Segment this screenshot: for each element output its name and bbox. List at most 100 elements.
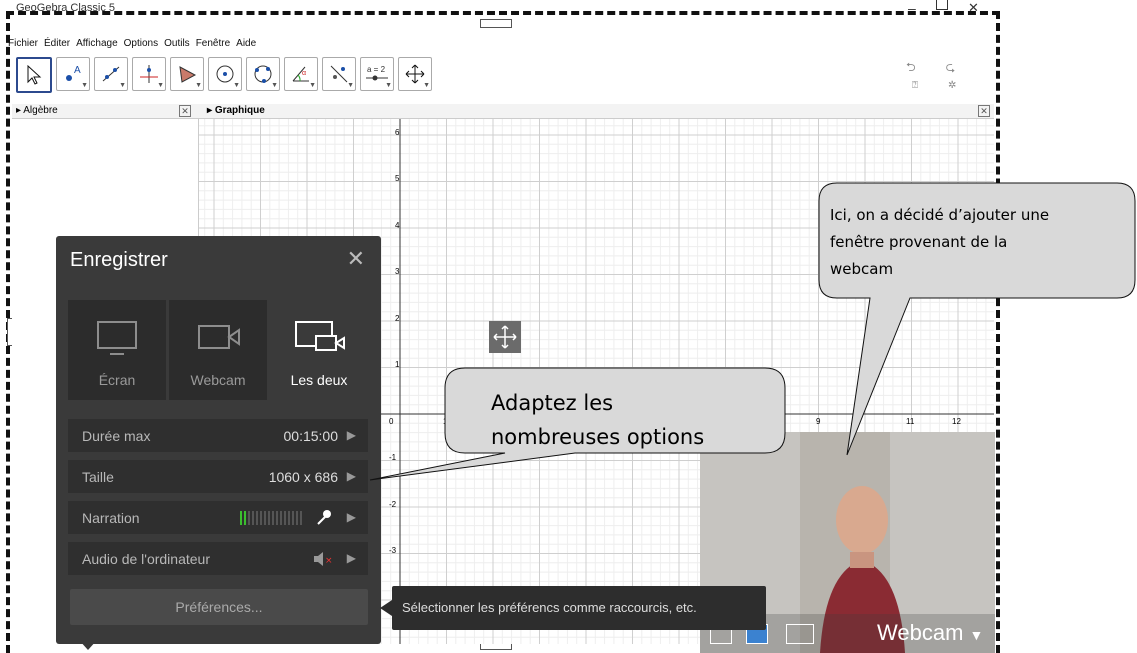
title-bar: GeoGebra Classic 5 – ✕ <box>8 0 998 22</box>
algebra-title: Algèbre <box>23 105 58 116</box>
circle-three-points-tool-button[interactable]: ▼ <box>246 57 280 91</box>
move-arrows-icon <box>493 325 517 349</box>
chevron-down-icon: ▼ <box>81 82 88 89</box>
circle-center-tool-button[interactable]: ▼ <box>208 57 242 91</box>
menu-fenetre[interactable]: Fenêtre <box>196 38 230 54</box>
close-graphics-icon[interactable]: ✕ <box>978 105 990 117</box>
size-label: Taille <box>82 469 114 485</box>
record-dialog: Enregistrer ✕ Écran Webcam Les deux Duré… <box>56 236 381 644</box>
slider-tool-button[interactable]: a = 2 ▼ <box>360 57 394 91</box>
svg-text:A: A <box>74 65 81 76</box>
dialog-close-button[interactable]: ✕ <box>347 246 365 272</box>
y-tick-minus2: -2 <box>389 500 397 509</box>
y-tick-3: 3 <box>395 267 400 276</box>
monitor-icon <box>97 321 137 355</box>
algebra-header[interactable]: ▸ Algèbre <box>16 105 58 116</box>
perpendicular-tool-button[interactable]: ▼ <box>132 57 166 91</box>
chevron-down-icon: ▼ <box>195 82 202 89</box>
move-handle[interactable] <box>489 321 521 353</box>
y-tick-4: 4 <box>395 221 400 230</box>
chevron-down-icon: ▼ <box>385 82 392 89</box>
undo-icon[interactable]: ⮌ <box>906 58 916 79</box>
gear-icon[interactable]: ✲ <box>948 80 956 91</box>
chevron-down-icon: ▼ <box>271 82 278 89</box>
webcam-label: Webcam <box>877 620 964 645</box>
preferences-tooltip: Sélectionner les préférencs comme raccou… <box>392 586 766 630</box>
chevron-down-icon: ▼ <box>157 82 164 89</box>
speaker-muted-icon: × <box>314 552 333 566</box>
chevron-down-icon: ▼ <box>119 82 126 89</box>
max-duration-value: 00:15:00 <box>283 428 339 444</box>
chevron-right-icon: ▶ <box>346 510 356 524</box>
y-tick-2: 2 <box>395 314 400 323</box>
line-tool-button[interactable]: ▼ <box>94 57 128 91</box>
slider-tool-label: a = 2 <box>367 65 386 74</box>
help-settings: ⍰ ✲ <box>912 80 956 91</box>
window-title: GeoGebra Classic 5 <box>16 2 116 14</box>
max-duration-label: Durée max <box>82 428 151 444</box>
webcam-callout-line-1: Ici, on a décidé d’ajouter une <box>830 206 1050 224</box>
help-icon[interactable]: ⍰ <box>912 80 918 91</box>
chevron-down-icon: ▼ <box>423 82 430 89</box>
menu-aide[interactable]: Aide <box>236 38 256 54</box>
narration-row[interactable]: Narration ▶ <box>68 501 368 534</box>
screen-and-camera-icon <box>295 321 345 351</box>
polygon-tool-button[interactable]: ▼ <box>170 57 204 91</box>
minimize-button[interactable]: – <box>908 0 916 16</box>
menu-outils[interactable]: Outils <box>164 38 190 54</box>
webcam-callout-line-2: fenêtre provenant de la <box>830 233 1008 251</box>
y-tick-6: 6 <box>395 128 400 137</box>
y-tick-5: 5 <box>395 174 400 183</box>
panel-headers: ▸ Algèbre ✕ ▸ Graphique ✕ <box>12 104 994 119</box>
mode-webcam-label: Webcam <box>190 372 246 388</box>
tooltip-arrow <box>380 600 392 616</box>
chevron-right-icon: ▶ <box>346 551 356 565</box>
move-tool-button[interactable] <box>16 57 52 93</box>
chevron-down-icon: ▼ <box>233 82 240 89</box>
toolbar: A ▼ ▼ ▼ ▼ ▼ ▼ α ▼ ▼ a = 2 ▼ ▼ <box>16 57 432 95</box>
reflect-tool-button[interactable]: ▼ <box>322 57 356 91</box>
webcam-source-select[interactable]: Webcam ▼ <box>877 620 983 646</box>
options-callout-text: Adaptez les nombreuses options <box>491 386 704 454</box>
webcam-callout-text: Ici, on a décidé d’ajouter une fenêtre p… <box>830 202 1049 283</box>
point-tool-button[interactable]: A ▼ <box>56 57 90 91</box>
y-tick-minus3: -3 <box>389 546 397 555</box>
webcam-callout-line-3: webcam <box>830 260 894 278</box>
audio-level-meter <box>240 511 302 525</box>
preferences-button[interactable]: Préférences... <box>70 589 368 625</box>
microphone-icon <box>317 510 331 525</box>
menu-fichier[interactable]: Fichier <box>8 38 38 54</box>
chevron-down-icon: ▼ <box>347 82 354 89</box>
narration-label: Narration <box>82 510 140 526</box>
arrow-cursor-icon <box>27 65 42 85</box>
camera-icon <box>198 325 240 349</box>
maximize-button[interactable] <box>936 0 948 10</box>
graphics-title: Graphique <box>214 105 265 116</box>
mode-webcam[interactable]: Webcam <box>169 300 267 400</box>
chevron-down-icon: ▼ <box>969 627 984 643</box>
computer-audio-label: Audio de l'ordinateur <box>82 551 210 567</box>
size-row[interactable]: Taille 1060 x 686 ▶ <box>68 460 368 493</box>
mode-screen[interactable]: Écran <box>68 300 166 400</box>
close-algebra-icon[interactable]: ✕ <box>179 105 191 117</box>
computer-audio-row[interactable]: Audio de l'ordinateur × ▶ <box>68 542 368 575</box>
options-callout-line-2: nombreuses options <box>491 425 705 449</box>
max-duration-row[interactable]: Durée max 00:15:00 ▶ <box>68 419 368 452</box>
dialog-title: Enregistrer <box>70 249 168 271</box>
undo-redo: ⮌ ⮎ <box>906 58 955 79</box>
menu-editer[interactable]: Éditer <box>44 38 70 54</box>
chevron-down-icon: ▼ <box>309 82 316 89</box>
menu-bar: Fichier Éditer Affichage Options Outils … <box>8 38 256 54</box>
layout-option-3-icon[interactable] <box>786 624 814 644</box>
mode-screen-label: Écran <box>98 372 136 388</box>
menu-options[interactable]: Options <box>124 38 158 54</box>
svg-text:×: × <box>325 556 333 566</box>
dialog-pointer <box>79 640 97 650</box>
menu-affichage[interactable]: Affichage <box>76 38 118 54</box>
redo-icon[interactable]: ⮎ <box>946 58 956 79</box>
size-value: 1060 x 686 <box>268 469 338 485</box>
move-graphics-tool-button[interactable]: ▼ <box>398 57 432 91</box>
graphics-header[interactable]: ▸ Graphique <box>207 105 265 116</box>
angle-tool-button[interactable]: α ▼ <box>284 57 318 91</box>
close-window-button[interactable]: ✕ <box>968 0 979 16</box>
